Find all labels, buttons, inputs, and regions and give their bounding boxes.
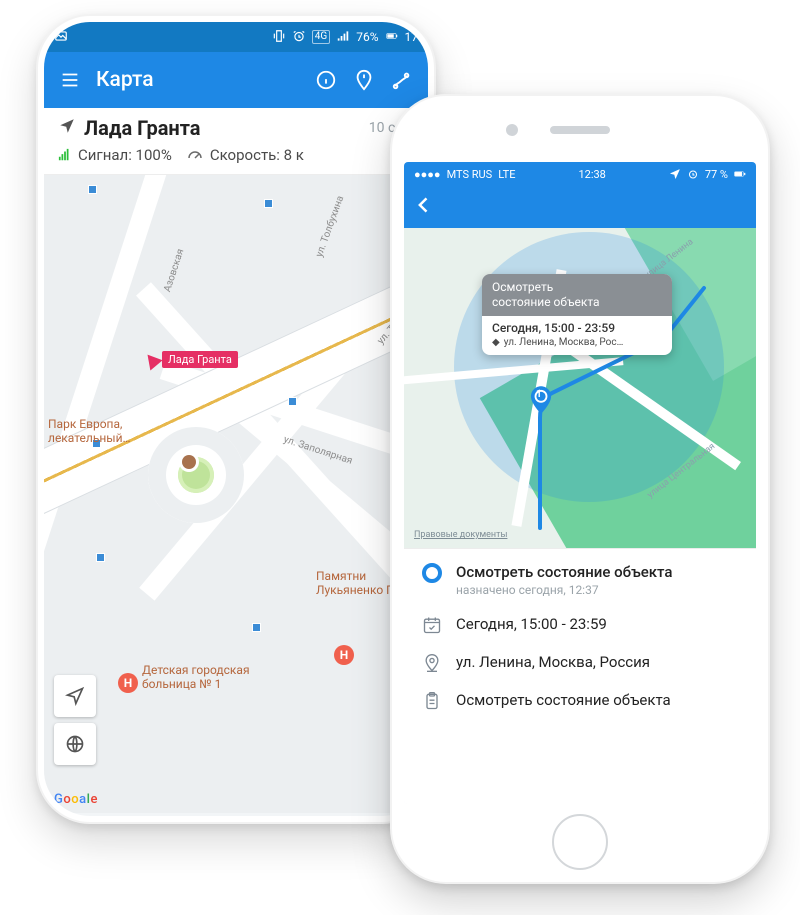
map-canvas[interactable]: ул. Толбухина Азовская ул. Тем ул. Запол… xyxy=(44,175,428,813)
alarm-icon xyxy=(687,168,699,180)
center-location-button[interactable] xyxy=(54,675,96,717)
route-icon[interactable] xyxy=(390,68,414,92)
signal-strength: Сигнал: 100% xyxy=(58,146,172,164)
map-callout[interactable]: Осмотреть состояние объекта Сегодня, 15:… xyxy=(482,274,672,355)
task-status-icon[interactable] xyxy=(422,563,442,583)
task-time-row: Сегодня, 15:00 - 23:59 xyxy=(422,615,738,635)
task-time: Сегодня, 15:00 - 23:59 xyxy=(456,615,607,633)
location-icon xyxy=(669,168,681,180)
task-address: ул. Ленина, Москва, Россия xyxy=(456,653,650,671)
hospital-icon: H xyxy=(118,673,138,693)
map-layers-button[interactable] xyxy=(54,723,96,765)
battery-percentage: 77 % xyxy=(705,168,728,181)
iphone-device-frame: ●●●● MTS RUS LTE 12:38 77 % xyxy=(390,94,770,884)
vehicle-marker-label: Лада Гранта xyxy=(162,351,238,368)
vehicle-marker[interactable]: Лада Гранта xyxy=(144,351,238,368)
street-label: Азовская xyxy=(162,248,186,294)
diamond-icon: ◆ xyxy=(492,337,500,348)
pin-number: 1 xyxy=(536,389,542,400)
calendar-check-icon xyxy=(422,615,442,635)
vibrate-icon xyxy=(272,29,286,46)
battery-icon xyxy=(734,168,746,180)
page-title: Карта xyxy=(96,68,300,92)
transit-stop-icon xyxy=(264,199,273,208)
transit-stop-icon xyxy=(288,397,297,406)
poi-hospital-label: Детская городская больница № 1 xyxy=(142,663,250,692)
iphone-camera xyxy=(506,124,518,136)
vehicle-info-bar: Лада Гранта 10 сек. Сигнал: 100% Скорост… xyxy=(44,108,428,175)
menu-icon[interactable] xyxy=(58,68,82,92)
iphone-screen: ●●●● MTS RUS LTE 12:38 77 % xyxy=(404,162,756,804)
photo-icon xyxy=(54,29,68,46)
callout-address: ул. Ленина, Москва, Рос… xyxy=(504,337,624,348)
callout-time: Сегодня, 15:00 - 23:59 xyxy=(492,321,662,335)
iphone-home-button[interactable] xyxy=(552,814,608,870)
android-screen: 4G 76% 17 Карта Лада Гранта 10 сек. xyxy=(44,22,428,816)
nav-arrow-icon xyxy=(58,116,76,140)
legal-link[interactable]: Правовые документы xyxy=(414,530,507,540)
callout-title: Осмотреть состояние объекта xyxy=(482,274,672,316)
hospital-icon: H xyxy=(334,645,354,665)
location-pin-icon xyxy=(422,653,442,673)
task-title-row: Осмотреть состояние объекта назначено се… xyxy=(422,563,738,597)
clock-fragment: 17 xyxy=(405,30,419,44)
transit-stop-icon xyxy=(252,623,261,632)
street-label: ул. Толбухина xyxy=(314,194,346,258)
ios-nav-bar xyxy=(404,186,756,228)
map-road xyxy=(44,175,181,606)
signal-icon xyxy=(336,29,350,46)
carrier-name: MTS RUS xyxy=(447,168,493,181)
battery-icon xyxy=(385,29,399,46)
network-type: LTE xyxy=(498,168,515,181)
vehicle-name[interactable]: Лада Гранта xyxy=(84,116,361,140)
ios-status-bar: ●●●● MTS RUS LTE 12:38 77 % xyxy=(404,162,756,186)
battery-percentage: 76% xyxy=(356,30,378,44)
poi-dot-icon xyxy=(182,455,196,469)
poi-monument-label: Памятни Лукьяненко П. xyxy=(316,569,398,598)
pin-alert-icon[interactable] xyxy=(352,68,376,92)
task-address-row: ул. Ленина, Москва, Россия xyxy=(422,653,738,673)
back-button[interactable] xyxy=(414,195,434,219)
transit-stop-icon xyxy=(96,553,105,562)
clipboard-icon xyxy=(422,691,442,711)
clock: 12:38 xyxy=(578,168,605,181)
map-attribution: Gooale xyxy=(54,792,98,807)
android-device-frame: 4G 76% 17 Карта Лада Гранта 10 сек. xyxy=(36,14,436,824)
task-pin[interactable]: 1 xyxy=(530,386,552,418)
transit-stop-icon xyxy=(88,185,97,194)
alarm-icon xyxy=(292,29,306,46)
info-icon[interactable] xyxy=(314,68,338,92)
network-badge: 4G xyxy=(312,30,330,44)
map-roundabout xyxy=(148,427,244,523)
android-app-bar: Карта xyxy=(44,52,428,108)
vehicle-heading-icon xyxy=(141,349,162,370)
task-description: Осмотреть состояние объекта xyxy=(456,691,671,709)
task-description-row: Осмотреть состояние объекта xyxy=(422,691,738,711)
iphone-earpiece xyxy=(550,126,610,134)
task-detail-panel: Осмотреть состояние объекта назначено се… xyxy=(404,548,756,804)
android-status-bar: 4G 76% 17 xyxy=(44,22,428,52)
poi-park-label: Парк Европа, лекательный… xyxy=(48,417,131,446)
ios-map-canvas[interactable]: улица Ленина улица Центральная 1 Осмотре… xyxy=(404,228,756,548)
task-assigned: назначено сегодня, 12:37 xyxy=(456,583,672,597)
signal-dots-icon: ●●●● xyxy=(414,168,441,181)
speed-reading: Скорость: 8 к xyxy=(186,146,304,164)
task-title: Осмотреть состояние объекта xyxy=(456,563,672,581)
